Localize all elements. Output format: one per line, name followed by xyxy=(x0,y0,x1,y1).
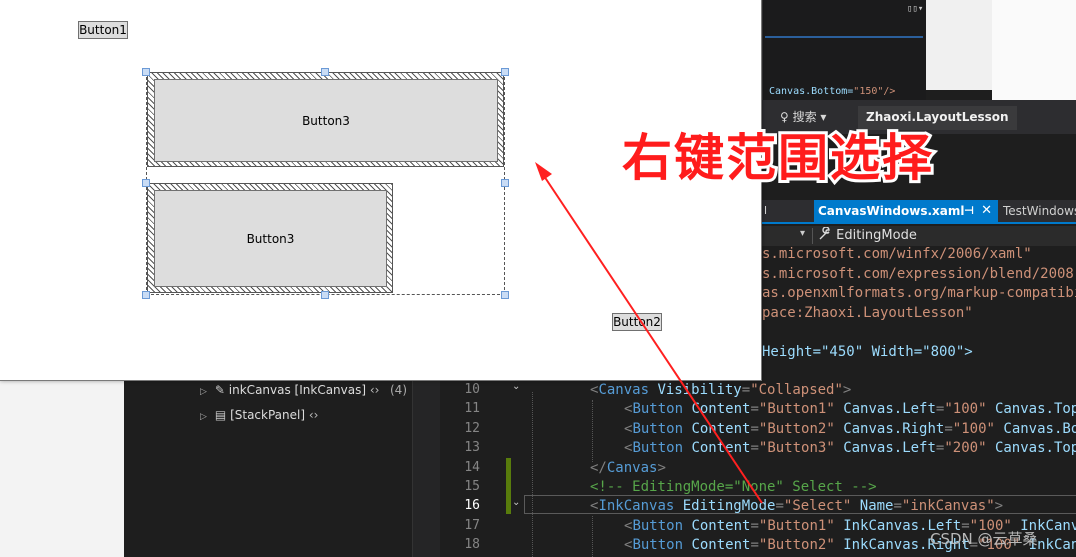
nav-separator xyxy=(812,228,813,244)
line-number: 13 xyxy=(464,440,480,456)
code-text: as.openxmlformats.org/markup-compatibili xyxy=(762,285,1076,301)
code-text: <Button Content="Button2" Canvas.Right="… xyxy=(624,420,1076,437)
code-text: <Canvas Visibility="Collapsed"> xyxy=(590,382,852,398)
namespace-4: pace:Zhaoxi.LayoutLesson" xyxy=(762,304,973,321)
tab-overflow[interactable]: l xyxy=(764,204,767,217)
button3-bottom[interactable]: Button3 xyxy=(154,190,387,287)
line-number: 15 xyxy=(464,479,480,494)
annotation-text: 右键范围选择 xyxy=(619,126,935,190)
navigation-bar xyxy=(762,226,1076,246)
tab-testwindows[interactable]: TestWindows xyxy=(1003,204,1076,218)
code-text: s.microsoft.com/winfx/2006/xaml" xyxy=(762,246,1032,262)
outline-item-inkcanvas[interactable]: ▷ ✎ inkCanvas [InkCanvas] ‹› (4) xyxy=(200,383,407,397)
namespace-1: s.microsoft.com/winfx/2006/xaml" xyxy=(762,246,1032,262)
resize-handle-n[interactable] xyxy=(321,68,329,76)
code-text: s.microsoft.com/expression/blend/2008" xyxy=(762,266,1076,282)
watermark: CSDN @云草桑 xyxy=(930,530,1038,548)
wpf-designer-surface[interactable]: Button1 Button2 Button3 Button3 xyxy=(0,0,762,381)
desktop-area xyxy=(926,0,992,90)
desktop-area-2 xyxy=(992,0,1076,100)
wrench-icon xyxy=(819,226,830,240)
code-text: pace:Zhaoxi.LayoutLesson" xyxy=(762,305,973,321)
resize-handle-s[interactable] xyxy=(321,291,329,299)
accent-line xyxy=(765,36,923,38)
line-number: 12 xyxy=(464,420,480,436)
outline-item-stackpanel[interactable]: ▷ ▤ [StackPanel] ‹› xyxy=(200,408,318,422)
code-text: <InkCanvas EditingMode="Select" Name="in… xyxy=(590,498,1004,515)
expand-arrow-icon[interactable]: ▷ xyxy=(200,412,207,422)
resize-handle-nw[interactable] xyxy=(142,68,150,76)
outline-scrollbar[interactable] xyxy=(412,380,440,557)
background-window-strip: ▯▯▾ Canvas.Bottom="150"/> xyxy=(762,0,926,100)
snippet-value: "150"/> xyxy=(853,86,896,97)
editing-mode-label: EditingMode xyxy=(836,228,917,243)
chevron-down-icon[interactable]: ▾ xyxy=(800,228,805,239)
resize-handle-sw[interactable] xyxy=(142,291,150,299)
namespace-2: s.microsoft.com/expression/blend/2008" xyxy=(762,265,1076,282)
stackpanel-icon: ▤ xyxy=(214,408,231,422)
close-icon[interactable]: ✕ xyxy=(981,203,992,218)
line-number: 11 xyxy=(464,401,480,417)
mini-toolbar-glyph[interactable]: ▯▯▾ xyxy=(907,4,923,14)
line-number: 17 xyxy=(464,517,480,533)
pin-icon[interactable]: ⊣ xyxy=(964,204,974,217)
member-dropdown[interactable]: EditingMode xyxy=(818,226,917,243)
resize-handle-ne[interactable] xyxy=(501,68,509,76)
resize-handle-w[interactable] xyxy=(142,179,150,187)
button1[interactable]: Button1 xyxy=(78,21,128,39)
code-text: </Canvas> xyxy=(590,459,666,476)
tab-label: CanvasWindows.xaml xyxy=(818,204,965,218)
snippet-attr: Canvas.Bottom= xyxy=(769,86,854,97)
inkcanvas-icon: ✎ xyxy=(214,383,229,397)
button3-top[interactable]: Button3 xyxy=(154,79,498,162)
resize-handle-e[interactable] xyxy=(501,179,509,187)
code-text: <Button Content="Button1" Canvas.Left="1… xyxy=(624,401,1076,418)
button2[interactable]: Button2 xyxy=(612,313,662,331)
code-text: <Button Content="Button3" Canvas.Left="2… xyxy=(624,440,1076,457)
resize-handle-se[interactable] xyxy=(501,291,509,299)
expand-arrow-icon[interactable]: ▷ xyxy=(200,387,207,397)
line-number: 14 xyxy=(464,459,480,475)
code-snippet: Canvas.Bottom="150"/> xyxy=(769,86,895,97)
outline-item-label: [StackPanel] xyxy=(230,408,306,422)
code-view-icon[interactable]: ‹› xyxy=(305,408,319,422)
document-outline-panel xyxy=(124,380,412,557)
code-text: Height="450" Width="800"> xyxy=(762,344,973,360)
line-number: 10 xyxy=(464,382,480,397)
outline-item-count: (4) xyxy=(390,383,407,397)
tab-canvaswindows-xaml[interactable]: CanvasWindows.xaml ⊣ ✕ xyxy=(814,200,998,224)
code-text: <!-- EditingMode="None" Select --> xyxy=(590,479,877,495)
outline-item-label: inkCanvas [InkCanvas] xyxy=(228,383,367,397)
code-view-icon[interactable]: ‹› xyxy=(366,383,380,397)
namespace-3: as.openxmlformats.org/markup-compatibili xyxy=(762,285,1076,301)
line-number: 16 xyxy=(464,498,480,514)
size-attributes: Height="450" Width="800"> xyxy=(762,343,973,360)
line-number: 18 xyxy=(464,537,480,553)
